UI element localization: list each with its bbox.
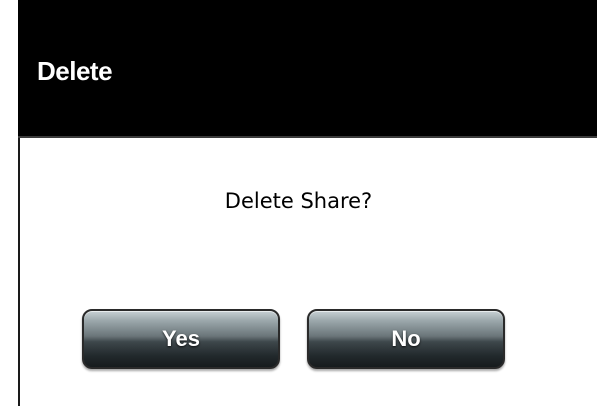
- no-button[interactable]: No: [307, 309, 505, 369]
- yes-button[interactable]: Yes: [82, 309, 280, 369]
- dialog-title-bar: Delete: [18, 0, 597, 138]
- dialog-title: Delete: [37, 56, 113, 86]
- confirmation-message: Delete Share?: [224, 189, 373, 213]
- delete-dialog: Delete Delete Share? Yes No: [18, 0, 597, 406]
